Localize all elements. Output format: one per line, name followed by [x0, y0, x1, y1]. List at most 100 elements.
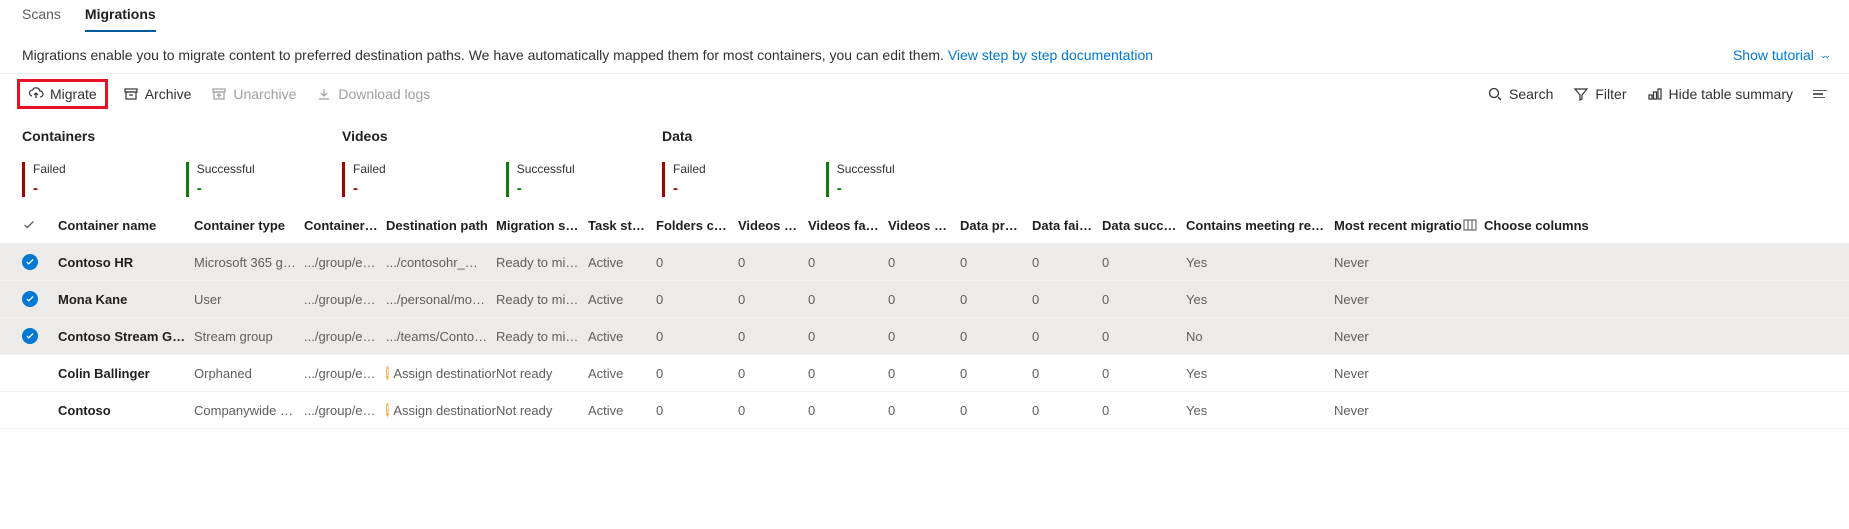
videos-prev: 0: [738, 403, 808, 418]
stat-label: Failed: [33, 162, 66, 176]
col-destination-path[interactable]: Destination path: [386, 218, 496, 233]
col-meeting-recording[interactable]: Contains meeting recording: [1186, 218, 1334, 233]
stat-value: -: [33, 180, 66, 197]
toolbar-left: Migrate Archive Unarchive Download logs: [22, 84, 430, 104]
col-migration-status[interactable]: Migration status: [496, 218, 588, 233]
col-videos-prev[interactable]: Videos prev...: [738, 218, 808, 233]
checkmark-icon: [22, 218, 36, 232]
col-container-path[interactable]: Container path: [304, 218, 386, 233]
assign-destination-link[interactable]: !Assign destination: [386, 403, 488, 418]
summary-title: Videos: [342, 128, 662, 144]
row-selected-icon[interactable]: [22, 291, 38, 307]
unarchive-label: Unarchive: [233, 86, 296, 102]
data-failed: 0: [1032, 366, 1102, 381]
data-successful: 0: [1102, 403, 1186, 418]
download-logs-button: Download logs: [316, 86, 430, 102]
choose-columns-label: Choose columns: [1484, 218, 1589, 233]
unarchive-button: Unarchive: [211, 86, 296, 102]
data-prev: 0: [960, 255, 1032, 270]
folders-created: 0: [656, 329, 738, 344]
videos-succ: 0: [888, 403, 960, 418]
choose-columns-button[interactable]: Choose columns: [1462, 217, 1827, 233]
stat-label: Successful: [837, 162, 895, 176]
description-text: Migrations enable you to migrate content…: [22, 47, 1153, 63]
stat-successful: Successful-: [506, 162, 575, 197]
tab-scans[interactable]: Scans: [22, 0, 61, 32]
archive-label: Archive: [145, 86, 192, 102]
summary-group: Containers Failed - Successful-: [22, 128, 342, 197]
chevron-double-down-icon: ⌄⌄: [1820, 50, 1827, 61]
more-options-icon[interactable]: [1813, 90, 1827, 99]
description-body: Migrations enable you to migrate content…: [22, 47, 948, 63]
videos-succ: 0: [888, 329, 960, 344]
row-selected-icon[interactable]: [22, 254, 38, 270]
warning-icon: !: [386, 366, 389, 380]
summary-stats: Failed- Successful -: [662, 162, 982, 197]
search-button[interactable]: Search: [1487, 86, 1553, 102]
data-successful: 0: [1102, 366, 1186, 381]
show-tutorial-label: Show tutorial: [1733, 47, 1814, 63]
col-data-failed[interactable]: Data failed: [1032, 218, 1102, 233]
videos-prev: 0: [738, 366, 808, 381]
col-most-recent[interactable]: Most recent migration ↓: [1334, 218, 1462, 233]
folders-created: 0: [656, 292, 738, 307]
data-prev: 0: [960, 403, 1032, 418]
stat-failed: Failed -: [22, 162, 66, 197]
documentation-link[interactable]: View step by step documentation: [948, 47, 1153, 63]
summary-title: Containers: [22, 128, 342, 144]
show-tutorial-button[interactable]: Show tutorial ⌄⌄: [1733, 47, 1827, 63]
col-videos-succ[interactable]: Videos succ...: [888, 218, 960, 233]
col-container-name[interactable]: Container name: [58, 218, 194, 233]
most-recent: Never: [1334, 366, 1462, 381]
tab-bar: Scans Migrations: [0, 0, 1849, 33]
container-name: Contoso HR: [58, 255, 194, 270]
container-type: Stream group: [194, 329, 304, 344]
assign-destination-link[interactable]: !Assign destination: [386, 366, 488, 381]
container-type: Orphaned: [194, 366, 304, 381]
videos-prev: 0: [738, 329, 808, 344]
videos-failed: 0: [808, 403, 888, 418]
summary-stats: Failed - Successful-: [22, 162, 342, 197]
toolbar: Migrate Archive Unarchive Download logs: [0, 74, 1849, 110]
archive-button[interactable]: Archive: [123, 86, 192, 102]
table-row[interactable]: Contoso HRMicrosoft 365 group.../group/e…: [0, 244, 1849, 281]
hide-summary-label: Hide table summary: [1669, 86, 1794, 102]
migrate-button[interactable]: Migrate: [22, 84, 103, 104]
col-container-type[interactable]: Container type: [194, 218, 304, 233]
search-icon: [1487, 86, 1503, 102]
columns-icon: [1462, 217, 1478, 233]
table-row[interactable]: ContosoCompanywide channel.../group/ed53…: [0, 392, 1849, 429]
container-type: Companywide channel: [194, 403, 304, 418]
container-path: .../group/ed53...: [304, 292, 386, 307]
stat-value: -: [837, 180, 895, 197]
archive-icon: [123, 86, 139, 102]
col-task-status[interactable]: Task status: [588, 218, 656, 233]
summary-stats: Failed- Successful-: [342, 162, 662, 197]
migration-status: Not ready: [496, 403, 588, 418]
stat-failed: Failed-: [342, 162, 386, 197]
tab-migrations[interactable]: Migrations: [85, 0, 156, 32]
row-selected-icon[interactable]: [22, 328, 38, 344]
table-row[interactable]: Colin BallingerOrphaned.../group/ed53...…: [0, 355, 1849, 392]
data-prev: 0: [960, 329, 1032, 344]
toolbar-right: Search Filter Hide table summary: [1487, 86, 1827, 102]
stat-failed: Failed-: [662, 162, 706, 197]
col-folders-created[interactable]: Folders created: [656, 218, 738, 233]
stat-successful: Successful-: [186, 162, 255, 197]
col-data-successful[interactable]: Data successful: [1102, 218, 1186, 233]
filter-label: Filter: [1595, 86, 1626, 102]
hide-summary-button[interactable]: Hide table summary: [1647, 86, 1794, 102]
filter-button[interactable]: Filter: [1573, 86, 1626, 102]
container-path: .../group/ed53...: [304, 403, 386, 418]
table-row[interactable]: Mona KaneUser.../group/ed53....../person…: [0, 281, 1849, 318]
summary-panel: Containers Failed - Successful-Videos Failed…: [0, 110, 1849, 201]
videos-succ: 0: [888, 292, 960, 307]
col-data-prev[interactable]: Data previo...: [960, 218, 1032, 233]
select-all-header[interactable]: [22, 218, 58, 232]
data-failed: 0: [1032, 403, 1102, 418]
videos-succ: 0: [888, 366, 960, 381]
col-videos-failed[interactable]: Videos failed: [808, 218, 888, 233]
container-name: Contoso: [58, 403, 194, 418]
col-most-recent-label: Most recent migration: [1334, 218, 1462, 233]
table-row[interactable]: Contoso Stream GroupStream group.../grou…: [0, 318, 1849, 355]
